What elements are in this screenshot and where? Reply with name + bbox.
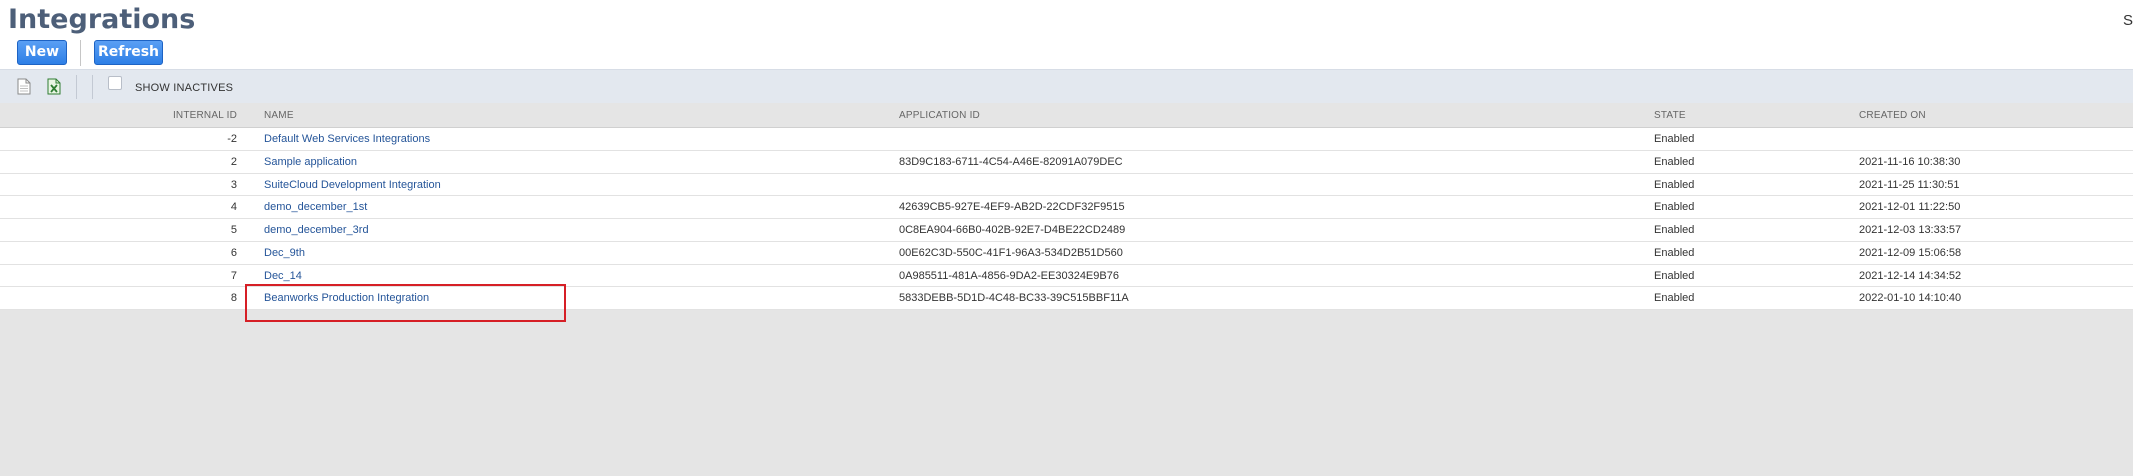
toolbar-divider <box>92 75 93 99</box>
cell-state: Enabled <box>1654 133 1695 145</box>
print-document-icon[interactable] <box>17 78 31 95</box>
cell-internal-id: -2 <box>227 133 237 145</box>
cell-internal-id: 7 <box>230 269 237 282</box>
cell-internal-id: 5 <box>230 224 237 236</box>
cell-state: Enabled <box>1654 201 1695 214</box>
cell-internal-id: 4 <box>230 201 237 214</box>
header-corner-text: Se <box>2123 12 2133 29</box>
show-inactives-label: SHOW INACTIVES <box>135 82 234 94</box>
column-header-created-on[interactable]: CREATED ON <box>1859 110 1926 121</box>
export-excel-icon[interactable] <box>47 78 61 95</box>
page: Integrations Se New Refresh SHOW INACTIV… <box>0 0 2133 476</box>
cell-state: Enabled <box>1654 292 1695 305</box>
page-header: Integrations Se New Refresh <box>0 0 2133 69</box>
table-row: 3 SuiteCloud Development Integration Ena… <box>0 173 2133 197</box>
cell-internal-id: 2 <box>230 155 237 168</box>
cell-name-link[interactable]: demo_december_1st <box>264 201 367 213</box>
page-title: Integrations <box>8 4 196 35</box>
cell-internal-id: 3 <box>230 178 237 191</box>
cell-state: Enabled <box>1654 224 1695 236</box>
table-row: 5 demo_december_3rd 0C8EA904-66B0-402B-9… <box>0 219 2133 242</box>
cell-created-on: 2021-12-03 13:33:57 <box>1859 224 1962 236</box>
new-button[interactable]: New <box>17 40 67 65</box>
button-divider <box>80 40 81 66</box>
cell-application-id: 42639CB5-927E-4EF9-AB2D-22CDF32F9515 <box>899 201 1125 214</box>
integrations-table: INTERNAL ID NAME APPLICATION ID STATE CR… <box>0 103 2133 310</box>
cell-state: Enabled <box>1654 246 1695 259</box>
list-toolbar: SHOW INACTIVES <box>0 69 2133 103</box>
cell-name-link[interactable]: Sample application <box>264 156 357 168</box>
cell-created-on: 2021-12-01 11:22:50 <box>1859 201 1961 214</box>
table-row: 4 demo_december_1st 42639CB5-927E-4EF9-A… <box>0 196 2133 219</box>
cell-created-on: 2021-11-16 10:38:30 <box>1859 155 1961 168</box>
cell-created-on: 2022-01-10 14:10:40 <box>1859 292 1962 305</box>
refresh-button[interactable]: Refresh <box>94 40 163 65</box>
table-row: 7 Dec_14 0A985511-481A-4856-9DA2-EE30324… <box>0 264 2133 288</box>
cell-name-link[interactable]: Default Web Services Integrations <box>264 133 430 145</box>
cell-created-on: 2021-12-14 14:34:52 <box>1859 269 1962 282</box>
table-row: -2 Default Web Services Integrations Ena… <box>0 128 2133 151</box>
cell-application-id: 00E62C3D-550C-41F1-96A3-534D2B51D560 <box>899 246 1123 259</box>
column-header-name[interactable]: NAME <box>264 110 294 121</box>
cell-application-id: 0A985511-481A-4856-9DA2-EE30324E9B76 <box>899 269 1119 282</box>
cell-application-id: 5833DEBB-5D1D-4C48-BC33-39C515BBF11A <box>899 292 1129 305</box>
cell-name-link[interactable]: demo_december_3rd <box>264 224 369 236</box>
show-inactives-checkbox[interactable] <box>108 76 122 90</box>
column-header-state[interactable]: STATE <box>1654 110 1686 121</box>
cell-created-on: 2021-11-25 11:30:51 <box>1859 178 1960 191</box>
cell-state: Enabled <box>1654 269 1695 282</box>
table-row: 6 Dec_9th 00E62C3D-550C-41F1-96A3-534D2B… <box>0 241 2133 265</box>
cell-application-id: 83D9C183-6711-4C54-A46E-82091A079DEC <box>899 155 1123 168</box>
cell-application-id: 0C8EA904-66B0-402B-92E7-D4BE22CD2489 <box>899 224 1126 236</box>
cell-state: Enabled <box>1654 155 1695 168</box>
table-row: 2 Sample application 83D9C183-6711-4C54-… <box>0 150 2133 174</box>
cell-internal-id: 8 <box>230 292 237 305</box>
cell-name-link[interactable]: Dec_14 <box>264 270 302 282</box>
column-header-application-id[interactable]: APPLICATION ID <box>899 110 980 121</box>
cell-name-link[interactable]: Beanworks Production Integration <box>264 292 429 304</box>
cell-name-link[interactable]: Dec_9th <box>264 247 305 259</box>
cell-state: Enabled <box>1654 178 1695 191</box>
cell-name-link[interactable]: SuiteCloud Development Integration <box>264 179 441 191</box>
toolbar-divider <box>76 75 77 99</box>
cell-internal-id: 6 <box>230 246 237 259</box>
table-header: INTERNAL ID NAME APPLICATION ID STATE CR… <box>0 103 2133 128</box>
table-row: 8 Beanworks Production Integration 5833D… <box>0 287 2133 310</box>
column-header-internal-id[interactable]: INTERNAL ID <box>173 110 237 121</box>
cell-created-on: 2021-12-09 15:06:58 <box>1859 246 1962 259</box>
